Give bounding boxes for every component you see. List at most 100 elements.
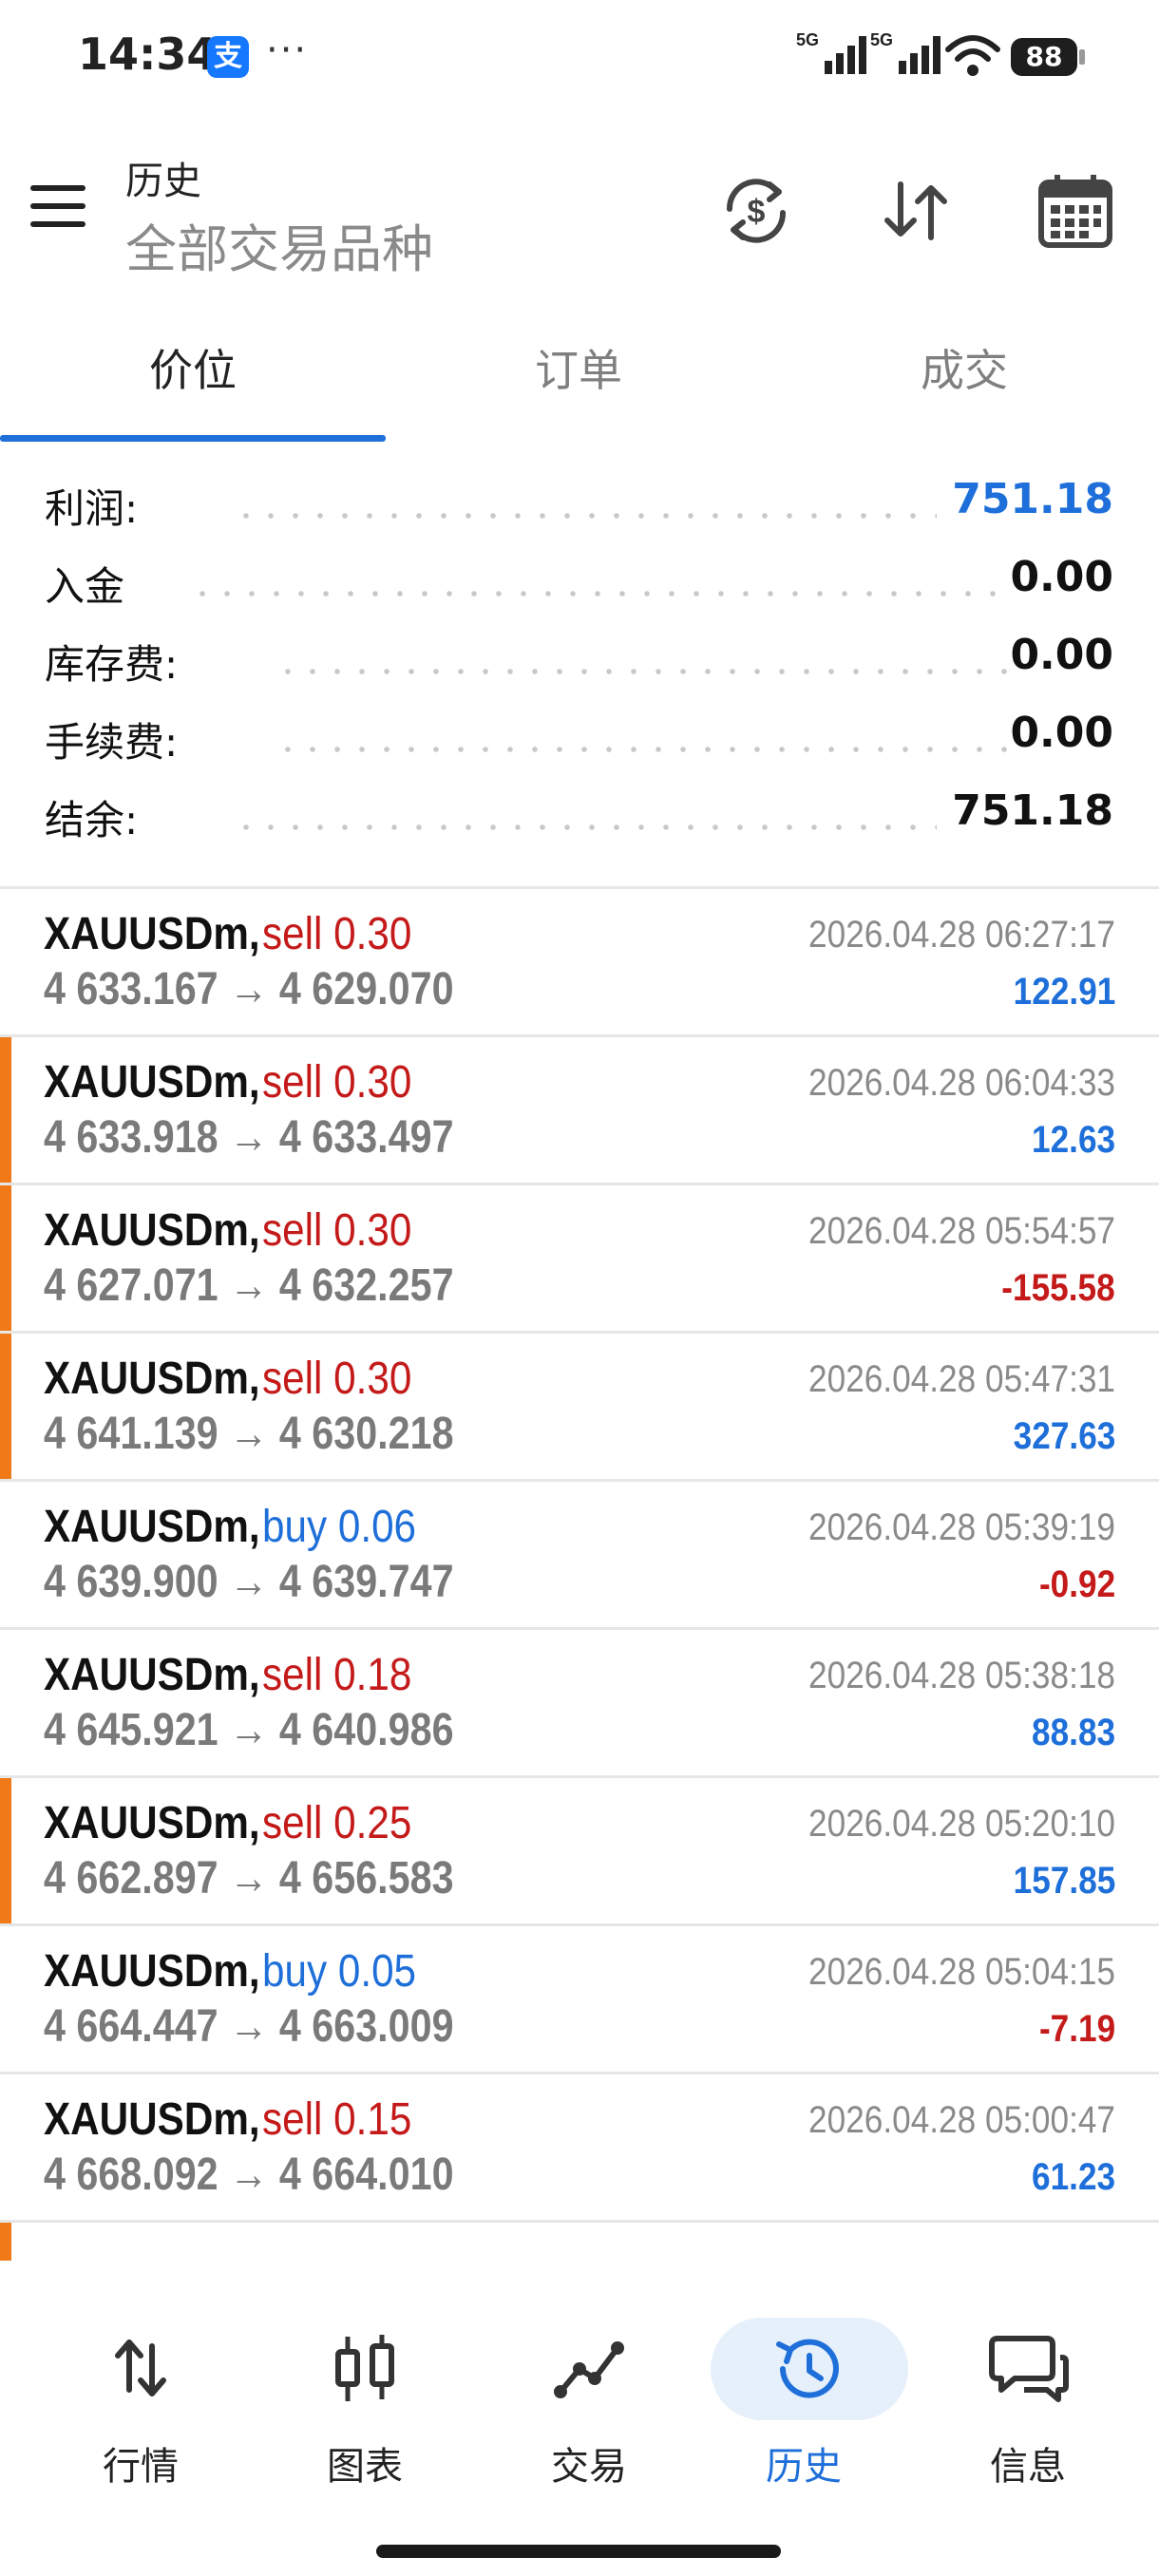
trade-profit: 88.83 — [1031, 1712, 1115, 1753]
chart-icon — [335, 2335, 394, 2401]
trade-prices: 4 662.897 → 4 656.583 — [44, 1852, 454, 1904]
home-indicator[interactable] — [376, 2545, 781, 2558]
close-price: 4 632.257 — [278, 1260, 454, 1311]
nav-chart[interactable]: 图表 — [260, 2318, 450, 2508]
nav-label: 图表 — [327, 2445, 403, 2489]
symbol-filter[interactable]: 全部交易品种 — [125, 207, 433, 282]
trade-prices: 4 639.900 → 4 639.747 — [44, 1556, 454, 1608]
trade-prices: 4 627.071 → 4 632.257 — [44, 1260, 454, 1312]
open-price: 4 662.897 — [44, 1853, 218, 1904]
trade-row[interactable]: XAUUSDm, buy 0.05 4 664.447 → 4 663.009 202… — [0, 1926, 1159, 2074]
trade-time: 2026.04.28 06:27:17 — [808, 914, 1115, 956]
trade-symbol: XAUUSDm, — [44, 1650, 260, 1700]
trade-row[interactable]: XAUUSDm, sell 0.30 4 633.167 → 4 629.070 20… — [0, 889, 1159, 1037]
trade-row[interactable]: XAUUSDm, sell 0.30 4 641.139 → 4 630.218 20… — [0, 1334, 1159, 1482]
svg-text:5G: 5G — [870, 30, 893, 49]
trade-time: 2026.04.28 05:47:31 — [808, 1358, 1115, 1400]
nav-messages[interactable]: 信息 — [923, 2318, 1113, 2508]
trade-row[interactable]: XAUUSDm, buy 0.06 4 639.900 → 4 639.747 202… — [0, 1482, 1159, 1630]
trade-profit: 61.23 — [1031, 2156, 1115, 2198]
trade-time: 2026.04.28 05:39:19 — [808, 1506, 1115, 1548]
trade-side-volume: sell 0.18 — [262, 1650, 412, 1700]
tab-deals[interactable]: 成交 — [771, 313, 1157, 437]
trade-prices: 4 641.139 → 4 630.218 — [44, 1408, 454, 1460]
trade-time: 2026.04.28 05:38:18 — [808, 1655, 1115, 1696]
summary-value: 0.00 — [1010, 553, 1113, 601]
trade-prices: 4 633.918 → 4 633.497 — [44, 1111, 454, 1164]
trade-side-volume: sell 0.15 — [262, 2094, 412, 2145]
open-price: 4 633.167 — [44, 964, 218, 1014]
nav-label: 交易 — [551, 2445, 627, 2489]
summary-value: 0.00 — [1010, 631, 1113, 679]
nav-label: 信息 — [990, 2445, 1066, 2489]
summary-value: 751.18 — [952, 786, 1113, 835]
summary-row-commission: 手续费: 0.00 — [0, 699, 1159, 777]
trade-row[interactable]: XAUUSDm, sell 0.30 4 633.918 → 4 633.497 20… — [0, 1037, 1159, 1185]
tab-positions[interactable]: 价位 — [0, 313, 386, 437]
summary-label: 入金 — [45, 555, 144, 613]
price-arrow: → — [229, 1112, 269, 1163]
history-icon — [776, 2339, 839, 2398]
trade-side-volume: sell 0.30 — [262, 909, 412, 959]
trade-prices: 4 633.167 → 4 629.070 — [44, 963, 454, 1015]
summary-value: 751.18 — [952, 475, 1113, 523]
summary-panel: 利润: 751.18 入金 0.00 库存费: 0.00 手续费: 0.00 结… — [0, 465, 1159, 855]
price-arrow: → — [229, 1705, 269, 1755]
sort-icon[interactable] — [876, 171, 956, 251]
trade-profit: 327.63 — [1013, 1415, 1115, 1457]
trade-row[interactable]: XAUUSDm, sell 0.18 4 645.921 → 4 640.986 20… — [0, 1630, 1159, 1778]
summary-label: 利润: — [45, 477, 158, 535]
trade-side-volume: sell 0.30 — [262, 1205, 412, 1256]
active-tab-indicator — [0, 435, 386, 442]
open-price: 4 633.918 — [44, 1112, 218, 1163]
nav-label: 行情 — [103, 2445, 179, 2489]
close-price: 4 664.010 — [278, 2150, 454, 2200]
price-arrow: → — [229, 964, 269, 1014]
signal-5g-icon-1: 5G — [796, 30, 866, 74]
alipay-notification-icon: 支 — [207, 36, 249, 78]
position-accent-bar — [0, 2223, 11, 2261]
calendar-icon[interactable] — [1036, 171, 1115, 251]
status-bar: 14:34 支 ··· 5G 5G 88 — [0, 0, 1159, 114]
nav-history[interactable]: 历史 — [699, 2318, 908, 2508]
position-accent-bar — [0, 1185, 11, 1331]
currency-sync-icon[interactable]: $ — [716, 171, 796, 251]
close-price: 4 630.218 — [278, 1409, 454, 1459]
history-tabs: 价位 订单 成交 — [0, 313, 1159, 445]
open-price: 4 664.447 — [44, 2001, 218, 2052]
more-notifications-icon: ··· — [266, 28, 309, 72]
summary-value: 0.00 — [1010, 709, 1113, 757]
trade-row[interactable]: XAUUSDm, sell 0.30 4 627.071 → 4 632.257 20… — [0, 1185, 1159, 1334]
svg-text:5G: 5G — [796, 30, 819, 49]
trade-profit: -7.19 — [1038, 2008, 1115, 2050]
position-accent-bar — [0, 1037, 11, 1183]
menu-icon[interactable] — [30, 185, 87, 233]
open-price: 4 668.092 — [44, 2150, 218, 2200]
wifi-icon — [945, 35, 1000, 76]
close-price: 4 663.009 — [278, 2001, 454, 2052]
quotes-icon — [115, 2339, 166, 2396]
close-price: 4 629.070 — [278, 964, 454, 1014]
open-price: 4 645.921 — [44, 1705, 218, 1755]
trade-row[interactable]: XAUUSDm, sell 0.25 4 662.897 → 4 656.583 20… — [0, 1778, 1159, 1926]
summary-row-deposit: 入金 0.00 — [0, 543, 1159, 621]
nav-quotes[interactable]: 行情 — [36, 2318, 226, 2508]
bottom-navigation: 行情 图表 交易 历史 信息 — [0, 2261, 1159, 2576]
summary-label: 手续费: — [45, 710, 198, 768]
messages-icon — [989, 2336, 1069, 2402]
summary-row-swap: 库存费: 0.00 — [0, 621, 1159, 699]
summary-label: 结余: — [45, 788, 158, 846]
trade-row-partial — [0, 2223, 1159, 2261]
trade-symbol: XAUUSDm, — [44, 1946, 260, 1997]
trade-prices: 4 664.447 → 4 663.009 — [44, 2000, 454, 2053]
trade-profit: -155.58 — [1001, 1267, 1115, 1309]
trade-symbol: XAUUSDm, — [44, 2094, 260, 2145]
trade-prices: 4 645.921 → 4 640.986 — [44, 1704, 454, 1756]
trade-row[interactable]: XAUUSDm, sell 0.15 4 668.092 → 4 664.010 20… — [0, 2074, 1159, 2223]
trade-symbol: XAUUSDm, — [44, 1354, 260, 1404]
price-arrow: → — [229, 2001, 269, 2052]
price-arrow: → — [229, 1409, 269, 1459]
tab-orders[interactable]: 订单 — [386, 313, 771, 437]
open-price: 4 627.071 — [44, 1260, 218, 1311]
nav-trade[interactable]: 交易 — [484, 2318, 674, 2508]
